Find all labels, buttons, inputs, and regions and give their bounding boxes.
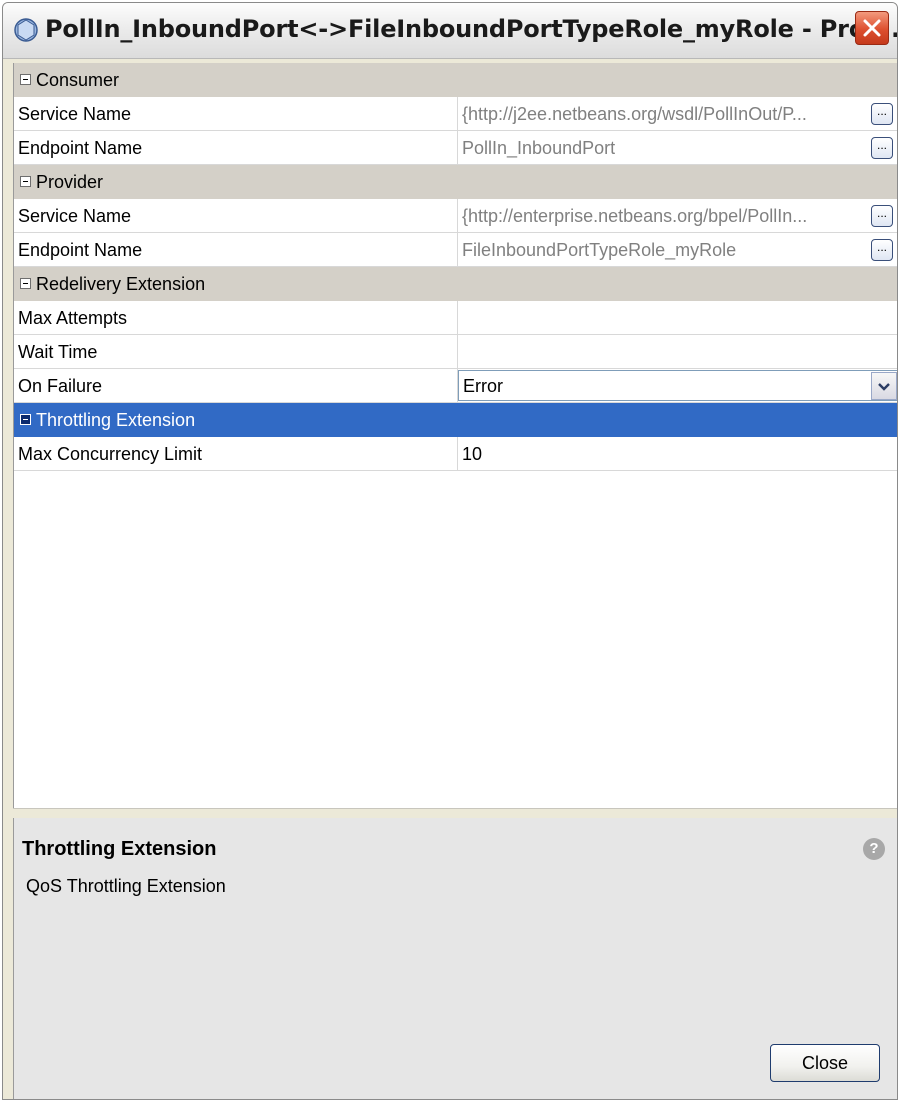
max-attempts-field[interactable] [457, 301, 897, 334]
property-name: Service Name [18, 104, 132, 124]
service-name-value: {http://j2ee.netbeans.org/wsdl/PollInOut… [462, 104, 807, 124]
collapse-icon[interactable] [20, 414, 31, 425]
chevron-down-icon [878, 383, 890, 391]
category-redelivery-extension[interactable]: Redelivery Extension [14, 267, 897, 301]
category-label: Consumer [36, 70, 120, 90]
wait-time-field[interactable] [457, 335, 897, 368]
property-name: Max Concurrency Limit [18, 444, 203, 464]
properties-dialog: PollIn_InboundPort<->FileInboundPortType… [2, 2, 898, 1100]
category-throttling-extension[interactable]: Throttling Extension [14, 403, 897, 437]
category-label: Redelivery Extension [36, 274, 206, 294]
property-name: On Failure [18, 376, 103, 396]
property-name: Wait Time [18, 342, 98, 362]
close-button[interactable]: Close [770, 1044, 880, 1082]
property-row-wait-time[interactable]: Wait Time [14, 335, 897, 369]
property-value[interactable]: {http://enterprise.netbeans.org/bpel/Pol… [457, 199, 897, 232]
category-consumer[interactable]: Consumer [14, 63, 897, 97]
property-value[interactable]: FileInboundPortTypeRole_myRole ... [457, 233, 897, 266]
on-failure-select[interactable]: Error [458, 370, 897, 401]
title-bar[interactable]: PollIn_InboundPort<->FileInboundPortType… [3, 3, 897, 59]
description-title: Throttling Extension [22, 838, 217, 860]
category-label: Throttling Extension [36, 410, 196, 430]
component-icon [14, 18, 38, 42]
max-concurrency-field[interactable]: 10 [457, 437, 897, 470]
property-name: Endpoint Name [18, 138, 143, 158]
splitter[interactable] [13, 808, 897, 818]
help-icon[interactable]: ? [863, 838, 885, 860]
ellipsis-button[interactable]: ... [871, 137, 893, 159]
property-row-consumer-service-name[interactable]: Service Name {http://j2ee.netbeans.org/w… [14, 97, 897, 131]
collapse-icon[interactable] [20, 278, 31, 289]
ellipsis-button[interactable]: ... [871, 205, 893, 227]
endpoint-name-value: PollIn_InboundPort [462, 138, 616, 158]
property-value[interactable]: {http://j2ee.netbeans.org/wsdl/PollInOut… [457, 97, 897, 130]
property-value[interactable]: PollIn_InboundPort ... [457, 131, 897, 164]
ellipsis-button[interactable]: ... [871, 239, 893, 261]
collapse-icon[interactable] [20, 74, 31, 85]
service-name-value: {http://enterprise.netbeans.org/bpel/Pol… [462, 206, 808, 226]
max-concurrency-value: 10 [462, 444, 483, 464]
window-title: PollIn_InboundPort<->FileInboundPortType… [45, 15, 898, 43]
window-close-button[interactable] [855, 11, 889, 45]
description-text: QoS Throttling Extension [26, 876, 226, 896]
property-row-on-failure[interactable]: On Failure Error [14, 369, 897, 403]
property-sheet: Consumer Service Name {http://j2ee.netbe… [13, 63, 897, 808]
property-row-max-attempts[interactable]: Max Attempts [14, 301, 897, 335]
property-row-provider-endpoint-name[interactable]: Endpoint Name FileInboundPortTypeRole_my… [14, 233, 897, 267]
property-name: Endpoint Name [18, 240, 143, 260]
collapse-icon[interactable] [20, 176, 31, 187]
category-provider[interactable]: Provider [14, 165, 897, 199]
close-icon [863, 19, 881, 37]
category-label: Provider [36, 172, 104, 192]
endpoint-name-value: FileInboundPortTypeRole_myRole [462, 240, 737, 260]
property-name: Max Attempts [18, 308, 128, 328]
property-row-max-concurrency-limit[interactable]: Max Concurrency Limit 10 [14, 437, 897, 471]
dropdown-button[interactable] [871, 372, 897, 400]
on-failure-cell: Error [457, 369, 897, 402]
property-name: Service Name [18, 206, 132, 226]
property-row-consumer-endpoint-name[interactable]: Endpoint Name PollIn_InboundPort ... [14, 131, 897, 165]
property-row-provider-service-name[interactable]: Service Name {http://enterprise.netbeans… [14, 199, 897, 233]
description-panel: Throttling Extension QoS Throttling Exte… [13, 818, 897, 1099]
on-failure-value: Error [463, 376, 503, 396]
ellipsis-button[interactable]: ... [871, 103, 893, 125]
